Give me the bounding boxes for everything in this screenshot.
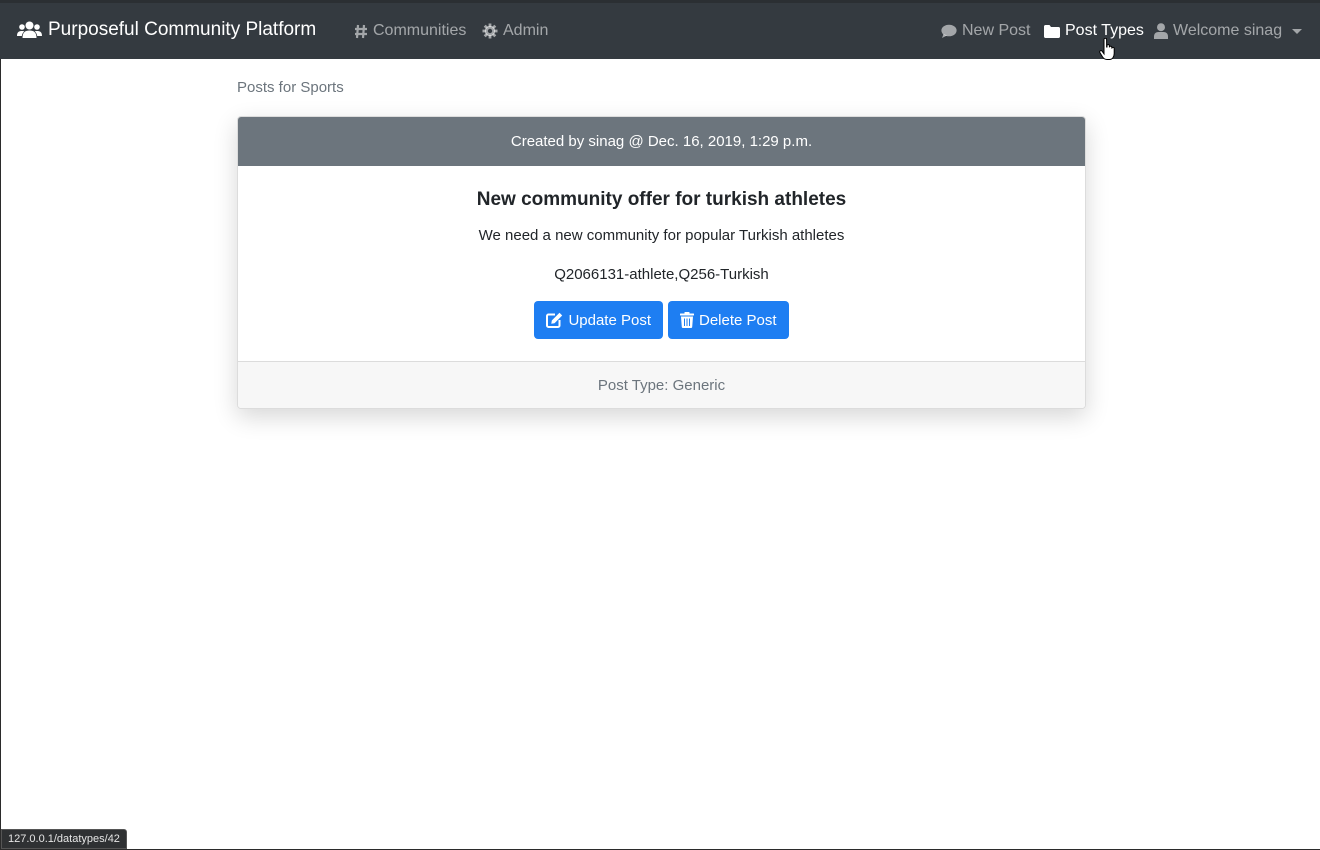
post-card-body: New community offer for turkish athletes… [238, 166, 1085, 361]
folder-icon [1044, 24, 1060, 38]
edit-icon [546, 312, 563, 328]
delete-post-label: Delete Post [699, 311, 777, 329]
users-icon [17, 21, 42, 39]
nav-admin[interactable]: Admin [482, 22, 548, 40]
nav-new-post-label: New Post [962, 22, 1031, 39]
post-tags: Q2066131-athlete,Q256-Turkish [554, 266, 769, 283]
delete-post-button[interactable]: Delete Post [668, 301, 789, 339]
nav-post-types[interactable]: Post Types [1044, 22, 1144, 40]
post-card-header: Created by sinag @ Dec. 16, 2019, 1:29 p… [238, 117, 1085, 166]
page-subtitle: Posts for Sports [237, 79, 344, 96]
top-navbar: Purposeful Community Platform Communitie… [0, 0, 1320, 59]
hand-cursor-icon [1099, 37, 1115, 67]
post-card-footer: Post Type: Generic [238, 361, 1085, 408]
status-bar-url: 127.0.0.1/datatypes/42 [1, 829, 127, 849]
brand-label: Purposeful Community Platform [48, 19, 317, 40]
user-dropdown-label: Welcome sinag [1173, 22, 1283, 39]
brand-link[interactable]: Purposeful Community Platform [17, 19, 316, 41]
post-actions: Update Post Delete Post [238, 301, 1085, 339]
nav-new-post[interactable]: New Post [941, 22, 1030, 40]
nav-communities[interactable]: Communities [354, 22, 466, 40]
gear-icon [482, 23, 498, 39]
trash-icon [680, 312, 694, 328]
hashtag-icon [354, 24, 368, 39]
post-card: Created by sinag @ Dec. 16, 2019, 1:29 p… [237, 116, 1086, 409]
nav-admin-label: Admin [503, 22, 549, 39]
user-dropdown[interactable]: Welcome sinag [1154, 22, 1303, 40]
update-post-button[interactable]: Update Post [534, 301, 663, 339]
update-post-label: Update Post [568, 311, 651, 329]
nav-communities-label: Communities [373, 22, 467, 39]
user-icon [1154, 23, 1168, 39]
chevron-down-icon [1292, 28, 1303, 34]
post-title: New community offer for turkish athletes [476, 189, 847, 210]
post-description: We need a new community for popular Turk… [478, 227, 845, 244]
comment-icon [941, 24, 957, 39]
